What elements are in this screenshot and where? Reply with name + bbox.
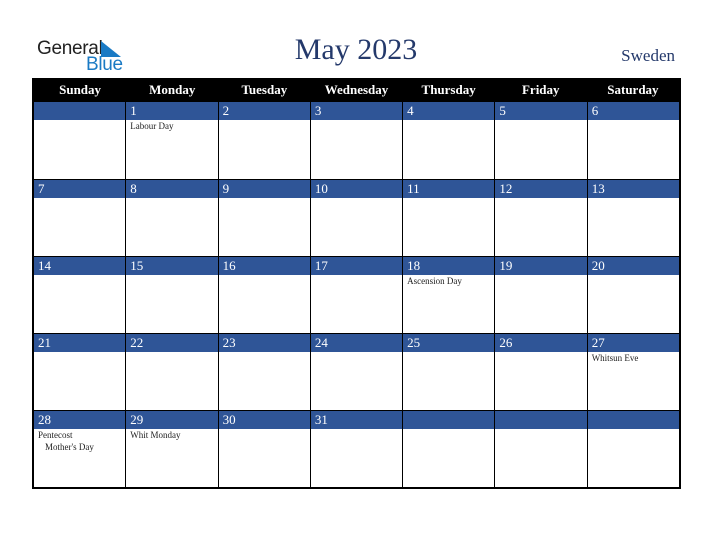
day-number (587, 411, 679, 429)
day-cell[interactable] (403, 410, 496, 487)
day-number: 10 (310, 180, 403, 198)
day-cell[interactable]: 16 (218, 256, 311, 333)
day-number: 12 (495, 180, 587, 198)
day-cell[interactable]: 19 (495, 256, 588, 333)
day-cell[interactable]: 20 (587, 256, 679, 333)
day-cell[interactable] (495, 410, 588, 487)
day-number: 19 (495, 257, 587, 275)
day-cell[interactable]: 28 Pentecost Mother's Day (34, 410, 127, 487)
day-number (34, 102, 126, 120)
day-number: 29 (126, 411, 218, 429)
week-row: 14 15 16 17 18 Ascension Day 19 20 (34, 256, 679, 333)
day-number: 6 (587, 102, 679, 120)
weekday-header: Monday (149, 82, 196, 97)
day-cell[interactable]: 17 (310, 256, 404, 333)
holiday-label: Labour Day (130, 121, 174, 131)
week-row: 7 8 9 10 11 12 13 (34, 179, 679, 256)
day-cell[interactable]: 3 (310, 102, 404, 179)
day-cell[interactable]: 8 (126, 179, 219, 256)
day-number (403, 411, 495, 429)
weekday-header: Wednesday (324, 82, 389, 97)
day-cell[interactable]: 23 (218, 333, 311, 410)
day-number: 30 (218, 411, 310, 429)
holiday-label: Mother's Day (45, 442, 94, 452)
holiday-label: Whitsun Eve (591, 353, 639, 363)
calendar-grid: Sunday Monday Tuesday Wednesday Thursday… (32, 78, 681, 489)
day-cell[interactable]: 14 (34, 256, 127, 333)
day-cell[interactable]: 9 (218, 179, 311, 256)
day-number: 7 (34, 180, 126, 198)
day-cell[interactable] (34, 102, 127, 179)
day-number: 21 (34, 334, 126, 352)
day-number: 26 (495, 334, 587, 352)
day-cell[interactable]: 13 (587, 179, 679, 256)
day-number: 4 (403, 102, 495, 120)
day-number: 8 (126, 180, 218, 198)
day-cell[interactable]: 29 Whit Monday (126, 410, 219, 487)
day-number: 13 (587, 180, 679, 198)
day-number: 31 (310, 411, 403, 429)
weekday-header-row: Sunday Monday Tuesday Wednesday Thursday… (34, 78, 679, 102)
day-cell[interactable]: 6 (587, 102, 679, 179)
day-cell[interactable]: 12 (495, 179, 588, 256)
day-cell[interactable]: 7 (34, 179, 127, 256)
day-cell[interactable]: 31 (310, 410, 404, 487)
day-cell[interactable]: 22 (126, 333, 219, 410)
day-number (495, 411, 587, 429)
day-number: 9 (218, 180, 310, 198)
day-cell[interactable] (587, 410, 679, 487)
day-number: 14 (34, 257, 126, 275)
week-row: 1 Labour Day 2 3 4 5 6 (34, 102, 679, 179)
weekday-header: Friday (521, 82, 560, 97)
day-cell[interactable]: 2 (218, 102, 311, 179)
holiday-label: Whit Monday (130, 430, 181, 440)
page-title: May 2023 (294, 33, 418, 66)
holiday-label: Ascension Day (407, 276, 462, 286)
day-number: 2 (218, 102, 310, 120)
day-cell[interactable]: 15 (126, 256, 219, 333)
day-number: 5 (495, 102, 587, 120)
day-number: 18 (403, 257, 495, 275)
weekday-header: Tuesday (241, 82, 288, 97)
day-number: 24 (310, 334, 403, 352)
day-cell[interactable]: 18 Ascension Day (403, 256, 496, 333)
day-number: 11 (403, 180, 495, 198)
day-number: 25 (403, 334, 495, 352)
day-cell[interactable]: 26 (495, 333, 588, 410)
country-label: Sweden (621, 46, 675, 65)
day-cell[interactable]: 10 (310, 179, 404, 256)
day-cell[interactable]: 30 (218, 410, 311, 487)
weeks-container: 1 Labour Day 2 3 4 5 6 7 8 9 10 11 12 13 14 15 16 17 18 Asc… (34, 102, 679, 487)
day-number: 20 (587, 257, 679, 275)
day-number: 27 (587, 334, 679, 352)
day-cell[interactable]: 11 (403, 179, 496, 256)
day-cell[interactable]: 27 Whitsun Eve (587, 333, 679, 410)
day-number: 22 (126, 334, 218, 352)
weekday-header: Saturday (607, 82, 659, 97)
day-number: 1 (126, 102, 218, 120)
day-cell[interactable]: 5 (495, 102, 588, 179)
day-number: 3 (310, 102, 403, 120)
day-cell[interactable]: 24 (310, 333, 404, 410)
day-cell[interactable]: 21 (34, 333, 127, 410)
day-number: 23 (218, 334, 310, 352)
weekday-header: Thursday (421, 82, 476, 97)
day-number: 28 (34, 411, 126, 429)
day-cell[interactable]: 25 (403, 333, 496, 410)
day-cell[interactable]: 1 Labour Day (126, 102, 219, 179)
day-cell[interactable]: 4 (403, 102, 496, 179)
holiday-label: Pentecost (38, 430, 73, 440)
day-number: 15 (126, 257, 218, 275)
day-number: 16 (218, 257, 310, 275)
week-row: 28 Pentecost Mother's Day 29 Whit Monday 30 31 (34, 410, 679, 487)
week-row: 21 22 23 24 25 26 27 Whitsun Eve (34, 333, 679, 410)
day-number: 17 (310, 257, 403, 275)
weekday-header: Sunday (59, 82, 102, 97)
